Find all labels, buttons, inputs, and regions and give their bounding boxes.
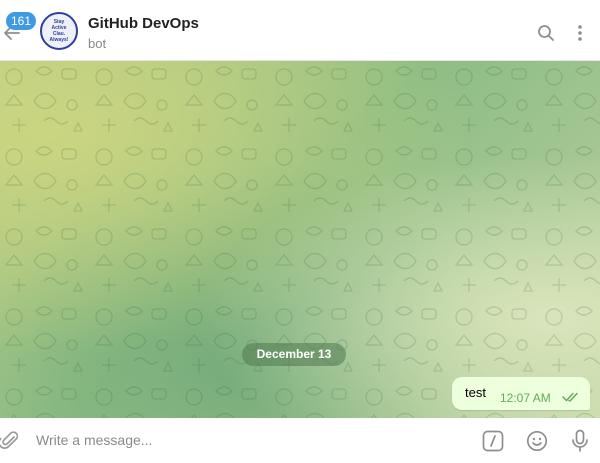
avatar-logo-text: Stay Active Clau. Always! xyxy=(49,19,69,43)
unread-count-badge[interactable]: 161 xyxy=(6,12,37,30)
outgoing-message-bubble[interactable]: test 12:07 AM xyxy=(452,377,590,410)
more-vertical-icon[interactable] xyxy=(572,24,588,42)
message-time: 12:07 AM xyxy=(500,391,551,405)
message-text: test xyxy=(465,385,486,400)
chat-header: 161 Stay Active Clau. Always! GitHub Dev… xyxy=(0,0,600,61)
chat-subtitle: bot xyxy=(88,36,107,51)
message-input[interactable] xyxy=(36,429,456,451)
search-icon[interactable] xyxy=(537,24,555,42)
message-composer xyxy=(0,418,600,463)
paperclip-icon[interactable] xyxy=(0,429,18,451)
bot-commands-icon[interactable] xyxy=(482,430,504,452)
date-separator: December 13 xyxy=(242,343,346,366)
emoji-icon[interactable] xyxy=(526,430,548,452)
chat-background[interactable]: December 13 test 12:07 AM xyxy=(0,61,600,418)
double-check-icon xyxy=(562,391,580,403)
chat-title[interactable]: GitHub DevOps xyxy=(88,15,199,32)
microphone-icon[interactable] xyxy=(570,429,590,453)
avatar[interactable]: Stay Active Clau. Always! xyxy=(40,12,78,50)
